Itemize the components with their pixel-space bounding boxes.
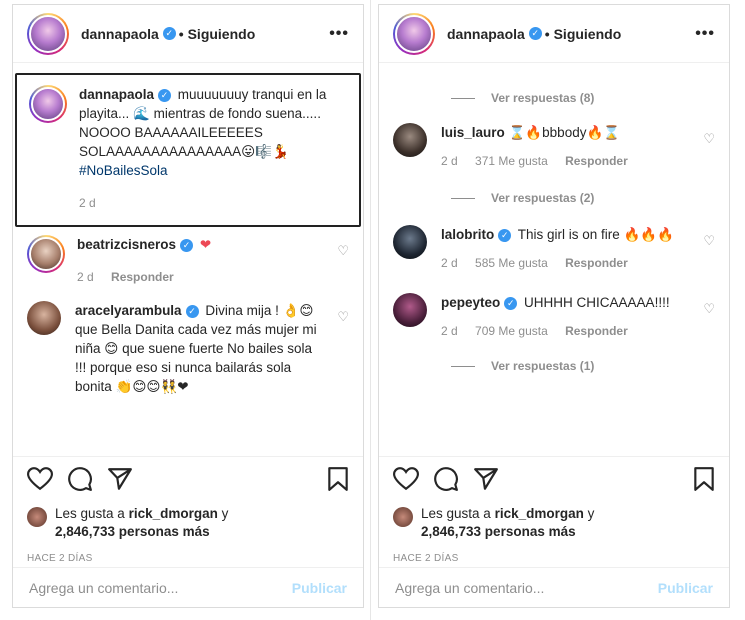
follow-status[interactable]: • Siguiendo: [545, 26, 621, 42]
comment-time: 2 d: [441, 256, 458, 270]
comment-icon[interactable]: [433, 466, 459, 497]
comment-username[interactable]: aracelyarambula: [75, 303, 182, 318]
comment-avatar[interactable]: [393, 293, 427, 327]
header-username[interactable]: dannapaola: [81, 26, 159, 42]
verified-icon: ✓: [162, 27, 176, 40]
post-panel-left: dannapaola ✓ • Siguiendo ••• dannapaola ✓…: [12, 4, 364, 608]
caption-time: 2 d: [79, 196, 96, 210]
likes-count[interactable]: 2,846,733 personas más: [421, 524, 576, 539]
heart-icon[interactable]: [392, 466, 420, 496]
comment-item: aracelyarambula ✓ Divina mija ! 👌😊 que Be…: [13, 301, 363, 396]
likes-summary: Les gusta a rick_dmorgan y 2,846,733 per…: [393, 505, 715, 541]
post-actions: Les gusta a rick_dmorgan y 2,846,733 per…: [13, 456, 363, 564]
comment-text: ⌛🔥bbbody🔥⌛: [508, 125, 621, 140]
caption-highlight: dannapaola ✓ muuuuuuuy tranqui en la play…: [15, 73, 361, 227]
comment-time: 2 d: [77, 270, 94, 284]
panel-divider: [370, 0, 371, 620]
comment-username[interactable]: pepeyteo: [441, 295, 500, 310]
reply-button[interactable]: Responder: [565, 154, 628, 168]
caption-avatar[interactable]: [29, 85, 67, 123]
comment-like-icon[interactable]: ♡: [337, 243, 349, 259]
comment-username[interactable]: luis_lauro: [441, 125, 505, 140]
comment-text: UHHHH CHICAAAAA!!!!: [524, 295, 670, 310]
post-header: dannapaola ✓ • Siguiendo •••: [379, 5, 729, 63]
view-replies-label: Ver respuestas (1): [491, 359, 595, 373]
comment-text: This girl is on fire 🔥🔥🔥: [517, 227, 674, 242]
view-replies-button[interactable]: Ver respuestas (1): [379, 359, 729, 373]
caption: dannapaola ✓ muuuuuuuy tranqui en la play…: [79, 85, 329, 211]
view-replies-button[interactable]: Ver respuestas (8): [379, 91, 729, 105]
comment-time: 2 d: [441, 324, 458, 338]
comment-username[interactable]: lalobrito: [441, 227, 494, 242]
publish-button[interactable]: Publicar: [292, 580, 347, 596]
likes-suffix: y: [221, 506, 229, 521]
view-replies-label: Ver respuestas (2): [491, 191, 595, 205]
comment-icon[interactable]: [67, 466, 93, 497]
comment-text: ❤: [199, 237, 212, 252]
comment-likes[interactable]: 585 Me gusta: [475, 256, 548, 270]
comment-input[interactable]: [29, 579, 292, 596]
header-username[interactable]: dannapaola: [447, 26, 525, 42]
comment-username[interactable]: beatrizcisneros: [77, 237, 176, 252]
publish-button[interactable]: Publicar: [658, 580, 713, 596]
reply-button[interactable]: Responder: [565, 324, 628, 338]
view-replies-button[interactable]: Ver respuestas (2): [379, 191, 729, 205]
comment-likes[interactable]: 371 Me gusta: [475, 154, 548, 168]
verified-icon: ✓: [180, 238, 194, 252]
bookmark-icon[interactable]: [327, 466, 349, 497]
comment-item: pepeyteo ✓ UHHHH CHICAAAAA!!!! 2 d 709 Me…: [379, 293, 729, 341]
likes-count[interactable]: 2,846,733 personas más: [55, 524, 210, 539]
comment-input[interactable]: [395, 579, 658, 596]
share-icon[interactable]: [473, 467, 499, 496]
add-comment-bar: Publicar: [13, 567, 363, 607]
post-time: HACE 2 DÍAS: [393, 553, 459, 564]
share-icon[interactable]: [107, 467, 133, 496]
bookmark-icon[interactable]: [693, 466, 715, 497]
verified-icon: ✓: [185, 304, 199, 318]
caption-hashtag[interactable]: #NoBailesSola: [79, 163, 168, 178]
verified-icon: ✓: [528, 27, 542, 40]
post-panel-right: dannapaola ✓ • Siguiendo ••• Ver respues…: [378, 4, 730, 608]
reply-button[interactable]: Responder: [111, 270, 174, 284]
liker-avatar[interactable]: [393, 507, 413, 527]
profile-avatar[interactable]: [393, 12, 435, 55]
more-icon[interactable]: •••: [329, 25, 349, 43]
view-replies-label: Ver respuestas (8): [491, 91, 595, 105]
comment-avatar[interactable]: [393, 225, 427, 259]
comment-avatar[interactable]: [27, 235, 65, 273]
comment-item: beatrizcisneros ✓ ❤ 2 d Responder ♡: [13, 235, 363, 287]
reply-button[interactable]: Responder: [565, 256, 628, 270]
likes-prefix: Les gusta a: [55, 506, 125, 521]
likes-suffix: y: [587, 506, 595, 521]
verified-icon: ✓: [504, 296, 518, 310]
comment-item: luis_lauro ⌛🔥bbbody🔥⌛ 2 d 371 Me gusta R…: [379, 123, 729, 171]
follow-status[interactable]: • Siguiendo: [179, 26, 255, 42]
likes-summary: Les gusta a rick_dmorgan y 2,846,733 per…: [27, 505, 349, 541]
heart-icon[interactable]: [26, 466, 54, 496]
add-comment-bar: Publicar: [379, 567, 729, 607]
comment-time: 2 d: [441, 154, 458, 168]
profile-avatar[interactable]: [27, 12, 69, 55]
comment-like-icon[interactable]: ♡: [703, 131, 715, 147]
comment-like-icon[interactable]: ♡: [337, 309, 349, 325]
verified-icon: ✓: [158, 88, 172, 102]
post-header: dannapaola ✓ • Siguiendo •••: [13, 5, 363, 63]
comment-avatar[interactable]: [393, 123, 427, 157]
comment-avatar[interactable]: [27, 301, 61, 335]
liker-username[interactable]: rick_dmorgan: [495, 506, 584, 521]
liker-username[interactable]: rick_dmorgan: [129, 506, 218, 521]
comment-like-icon[interactable]: ♡: [703, 301, 715, 317]
liker-avatar[interactable]: [27, 507, 47, 527]
comment-item: lalobrito ✓ This girl is on fire 🔥🔥🔥 2 d …: [379, 225, 729, 273]
more-icon[interactable]: •••: [695, 25, 715, 43]
comment-likes[interactable]: 709 Me gusta: [475, 324, 548, 338]
post-time: HACE 2 DÍAS: [27, 553, 93, 564]
post-actions: Les gusta a rick_dmorgan y 2,846,733 per…: [379, 456, 729, 564]
comment-like-icon[interactable]: ♡: [703, 233, 715, 249]
likes-prefix: Les gusta a: [421, 506, 491, 521]
verified-icon: ✓: [498, 228, 512, 242]
caption-username[interactable]: dannapaola: [79, 87, 154, 102]
